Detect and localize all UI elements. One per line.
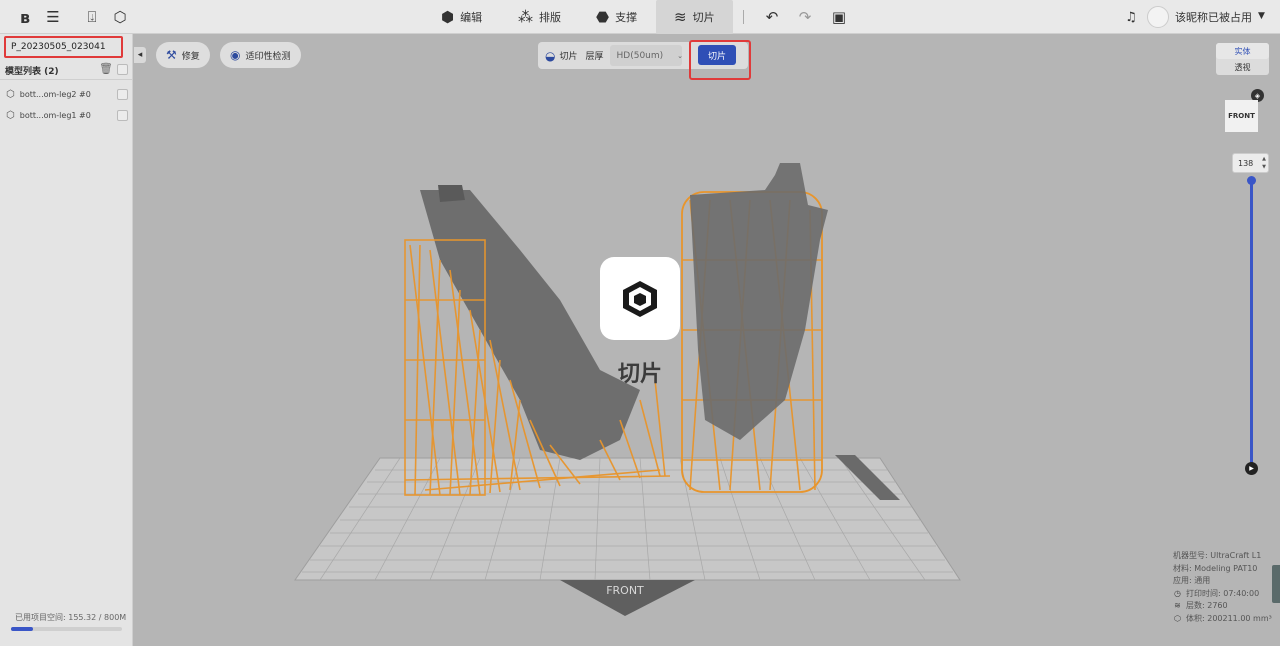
- solid-view-button[interactable]: 实体: [1216, 43, 1269, 59]
- list-item[interactable]: ⬡ bott...om-leg1 #0: [6, 107, 128, 123]
- notification-bell-icon[interactable]: ♫: [1116, 0, 1146, 34]
- left-panel: P_20230505_023041 模型列表 (2) 🗑 ⬡ bott...om…: [0, 34, 133, 646]
- storage-progress-bar: [11, 627, 122, 631]
- trash-icon[interactable]: 🗑: [99, 62, 113, 75]
- model-checkbox[interactable]: [117, 110, 128, 121]
- menu-icon[interactable]: ☰: [38, 0, 68, 34]
- application: 应用: 通用: [1173, 576, 1211, 585]
- undo-icon[interactable]: ↶: [757, 0, 787, 34]
- layer-number-value: 138: [1238, 158, 1254, 168]
- tab-support-label: 支撑: [615, 11, 638, 24]
- model-list-title: 模型列表 (2): [5, 67, 59, 77]
- slicer-app: ʙ ☰ ⍗ ⬡ ⬢ 编辑 ⁂ 排版 ⬣ 支撑 ≋ 切片 ↶ ↷ ▣ ♫ 该昵称已…: [0, 0, 1280, 646]
- slice-title: 切片: [559, 52, 578, 62]
- storage-progress-fill: [11, 627, 33, 631]
- app-logo-icon: [623, 280, 657, 317]
- storage-label: 已用项目空间: 155.32 / 800M: [15, 613, 127, 622]
- divider: [0, 79, 133, 80]
- layer-slider-handle[interactable]: [1247, 176, 1256, 185]
- volume-row: ⬡ 体积: 200211.00 mm³: [1173, 613, 1272, 626]
- print-time: 打印时间: 07:40:00: [1186, 588, 1260, 598]
- repair-button[interactable]: ⚒ 修复: [156, 42, 210, 68]
- tab-support[interactable]: ⬣ 支撑: [596, 0, 637, 34]
- model-leg1: [690, 163, 828, 440]
- perspective-view-button[interactable]: 透视: [1216, 59, 1269, 75]
- layer-number-input[interactable]: 138 ▲ ▼: [1232, 153, 1269, 173]
- view-mode-toggle: 实体 透视: [1216, 43, 1269, 75]
- model-name: bott...om-leg1 #0: [19, 110, 91, 120]
- support-icon: ⬣: [596, 8, 610, 26]
- model-checkbox[interactable]: [117, 89, 128, 100]
- wrench-icon: ⚒: [166, 48, 177, 62]
- layers-icon: ◒: [545, 48, 556, 63]
- toolbar-divider: [743, 10, 744, 24]
- tab-edit-label: 编辑: [460, 11, 483, 24]
- layers-row: ≋ 层数: 2760: [1173, 600, 1272, 613]
- list-item[interactable]: ⬡ bott...om-leg2 #0: [6, 86, 128, 102]
- slice-icon: ≋: [674, 8, 687, 26]
- play-icon[interactable]: ▶: [1245, 462, 1258, 475]
- plate-front-label: FRONT: [606, 584, 644, 597]
- tab-slice[interactable]: ≋ 切片: [656, 0, 733, 34]
- volume: 体积: 200211.00 mm³: [1186, 613, 1272, 623]
- chevron-down-icon[interactable]: ▼: [1258, 11, 1265, 21]
- nav-cube-face: FRONT: [1228, 112, 1255, 120]
- cube-icon: ⬡: [6, 88, 15, 100]
- nav-cube[interactable]: FRONT: [1225, 100, 1258, 132]
- tab-arrange[interactable]: ⁂ 排版: [518, 0, 561, 34]
- layer-thickness-value: HD(50um): [616, 50, 664, 61]
- project-name[interactable]: P_20230505_023041: [4, 36, 123, 58]
- layers-icon: ≋: [1174, 601, 1181, 610]
- cube-icon: ⬡: [1174, 613, 1181, 623]
- avatar[interactable]: [1147, 6, 1169, 28]
- material: 材料: Modeling PAT10: [1173, 563, 1258, 573]
- clock-icon: ◷: [1174, 588, 1181, 598]
- layer-thickness-label: 层厚: [585, 52, 604, 62]
- cube-icon: ⬡: [6, 109, 15, 121]
- tab-arrange-label: 排版: [539, 11, 561, 24]
- redo-icon[interactable]: ↷: [790, 0, 820, 34]
- model-leg2-top: [438, 185, 465, 202]
- layer-count: 层数: 2760: [1186, 601, 1228, 610]
- import-file-icon[interactable]: ⍗: [77, 0, 107, 34]
- layer-slider-track[interactable]: [1250, 180, 1253, 468]
- print-time-row: ◷ 打印时间: 07:40:00: [1173, 588, 1272, 601]
- repair-label: 修复: [181, 51, 200, 62]
- model-library-icon[interactable]: ⬡: [105, 0, 135, 34]
- tab-edit[interactable]: ⬢ 编辑: [441, 0, 482, 34]
- select-all-checkbox[interactable]: [117, 64, 128, 75]
- print-info-panel: 机器型号: UltraCraft L1 材料: Modeling PAT10 应…: [1173, 550, 1272, 625]
- side-tab[interactable]: [1272, 565, 1280, 603]
- edit-icon: ⬢: [441, 8, 455, 26]
- collapse-panel-icon[interactable]: ◂: [134, 47, 146, 63]
- slicing-overlay-logo: [600, 257, 680, 340]
- chevron-down-icon: ⌄: [677, 51, 684, 60]
- app-logo-icon: ʙ: [19, 7, 31, 27]
- printability-check-button[interactable]: ◉ 适印性检测: [220, 42, 301, 68]
- check-icon: ◉: [230, 48, 241, 62]
- slice-button[interactable]: 切片: [698, 45, 736, 65]
- stepper-arrows-icon[interactable]: ▲ ▼: [1262, 155, 1266, 171]
- arrange-icon: ⁂: [518, 8, 533, 26]
- printability-label: 适印性检测: [245, 51, 291, 62]
- top-bar: ʙ ☰ ⍗ ⬡ ⬢ 编辑 ⁂ 排版 ⬣ 支撑 ≋ 切片 ↶ ↷ ▣ ♫ 该昵称已…: [0, 0, 1280, 34]
- slice-settings-title: ◒ 切片: [545, 49, 578, 63]
- machine-model: 机器型号: UltraCraft L1: [1173, 551, 1262, 560]
- layer-thickness-select[interactable]: HD(50um) ⌄: [609, 45, 684, 66]
- username[interactable]: 该昵称已被占用: [1175, 0, 1252, 34]
- model-name: bott...om-leg2 #0: [19, 89, 91, 99]
- tab-slice-label: 切片: [692, 11, 715, 24]
- save-icon[interactable]: ▣: [824, 0, 854, 34]
- slicing-overlay-label: 切片: [617, 362, 662, 387]
